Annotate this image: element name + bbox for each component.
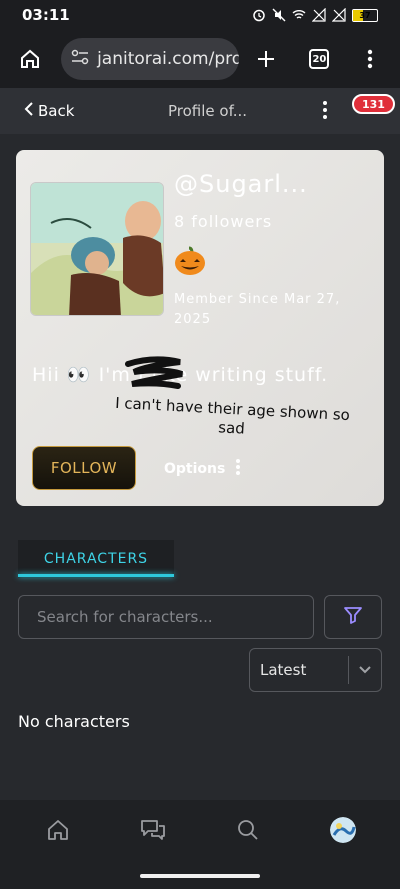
battery-icon: 37 [352, 8, 378, 22]
new-tab-icon[interactable] [249, 41, 284, 77]
url-text: janitorai.com/prof [97, 49, 239, 69]
handwritten-annotation: I can't have their age shown so sad [114, 393, 351, 438]
status-bar: 03:11 37 [0, 0, 400, 30]
profile-username: @Sugarl... [174, 170, 308, 198]
pumpkin-icon [174, 246, 206, 280]
nav-chat-icon[interactable] [131, 808, 175, 852]
browser-menu-icon[interactable] [353, 41, 388, 77]
filter-icon [343, 605, 363, 629]
more-options-icon[interactable] [322, 100, 328, 124]
browser-toolbar: janitorai.com/prof 20 [0, 30, 400, 88]
tab-count: 20 [309, 49, 330, 69]
active-tab-indicator [18, 574, 174, 577]
profile-avatar [30, 182, 164, 316]
home-gesture-handle[interactable] [140, 874, 260, 878]
nav-search-icon[interactable] [226, 808, 270, 852]
battery-level: 37 [359, 10, 371, 20]
nav-profile-avatar[interactable] [321, 808, 365, 852]
site-settings-icon[interactable] [71, 49, 89, 69]
back-label: Back [38, 102, 75, 120]
empty-state: No characters [18, 712, 130, 731]
address-bar[interactable]: janitorai.com/prof [61, 38, 239, 80]
notification-badge[interactable]: 131 [352, 94, 395, 114]
follow-button[interactable]: FOLLOW [32, 446, 136, 490]
profile-card: @Sugarl... 8 followers Member Since Mar … [16, 150, 384, 506]
back-button[interactable]: Back [24, 101, 74, 121]
member-since: Member Since Mar 27, 2025 [174, 292, 341, 327]
sort-dropdown[interactable]: Latest [249, 648, 382, 692]
filter-button[interactable] [324, 595, 382, 639]
options-label: Options [164, 461, 226, 477]
chevron-down-icon [349, 665, 381, 675]
tab-switcher-button[interactable]: 20 [302, 41, 337, 77]
mute-icon [272, 8, 286, 22]
page-title: Profile of... [168, 102, 248, 120]
wifi-icon [292, 8, 306, 22]
options-button[interactable]: Options [164, 458, 241, 480]
home-icon[interactable] [12, 41, 47, 77]
redaction-scribble [124, 356, 186, 396]
follower-count[interactable]: 8 followers [174, 212, 272, 231]
search-input[interactable] [18, 595, 314, 639]
app-header: Back Profile of... 131 [0, 88, 400, 134]
nav-home-icon[interactable] [36, 808, 80, 852]
avatar [329, 817, 356, 843]
profile-bio: Hii 👀 I'm I like writing stuff. [32, 364, 329, 386]
gesture-bar [0, 860, 400, 889]
alarm-icon [252, 8, 266, 22]
tab-characters[interactable]: CHARACTERS [18, 540, 174, 578]
vertical-dots-icon [235, 458, 241, 480]
chevron-left-icon [24, 101, 34, 121]
signal-off-icon-2 [332, 8, 346, 22]
status-icons: 37 [252, 8, 378, 22]
signal-off-icon [312, 8, 326, 22]
bottom-navigation [0, 800, 400, 860]
status-time: 03:11 [22, 6, 70, 24]
sort-selected: Latest [260, 661, 307, 679]
